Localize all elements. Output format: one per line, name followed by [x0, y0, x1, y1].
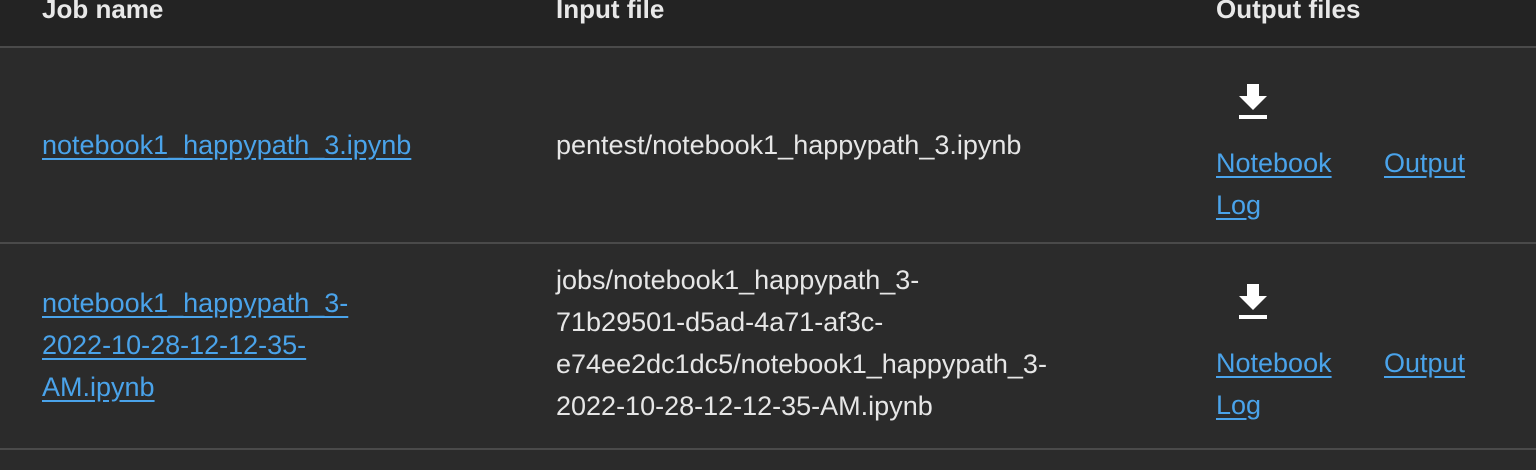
- table-row: notebook1_happypath_3.ipynb pentest/note…: [0, 48, 1536, 244]
- download-icon[interactable]: [1236, 82, 1270, 120]
- table-header: Job name Input file Output files: [0, 0, 1536, 48]
- input-file-path: pentest/notebook1_happypath_3.ipynb: [556, 130, 1022, 160]
- input-file-path: jobs/notebook1_happypath_3- 71b29501-d5a…: [556, 265, 1047, 421]
- column-header-output-files: Output files: [1216, 0, 1361, 24]
- notebook-log-link[interactable]: Notebook Log: [1216, 342, 1332, 426]
- job-name-link[interactable]: notebook1_happypath_3- 2022-10-28-12-12-…: [42, 282, 502, 408]
- download-icon[interactable]: [1236, 282, 1270, 320]
- output-link[interactable]: Output: [1384, 342, 1465, 384]
- table-row: notebook1_happypath_3- 2022-10-28-12-12-…: [0, 244, 1536, 450]
- jobs-table: Job name Input file Output files noteboo…: [0, 0, 1536, 470]
- notebook-log-link[interactable]: Notebook Log: [1216, 142, 1332, 226]
- output-link[interactable]: Output: [1384, 142, 1465, 184]
- column-header-input-file[interactable]: Input file: [556, 0, 664, 26]
- job-name-link[interactable]: notebook1_happypath_3.ipynb: [42, 124, 502, 166]
- column-header-job-name[interactable]: Job name: [42, 0, 163, 26]
